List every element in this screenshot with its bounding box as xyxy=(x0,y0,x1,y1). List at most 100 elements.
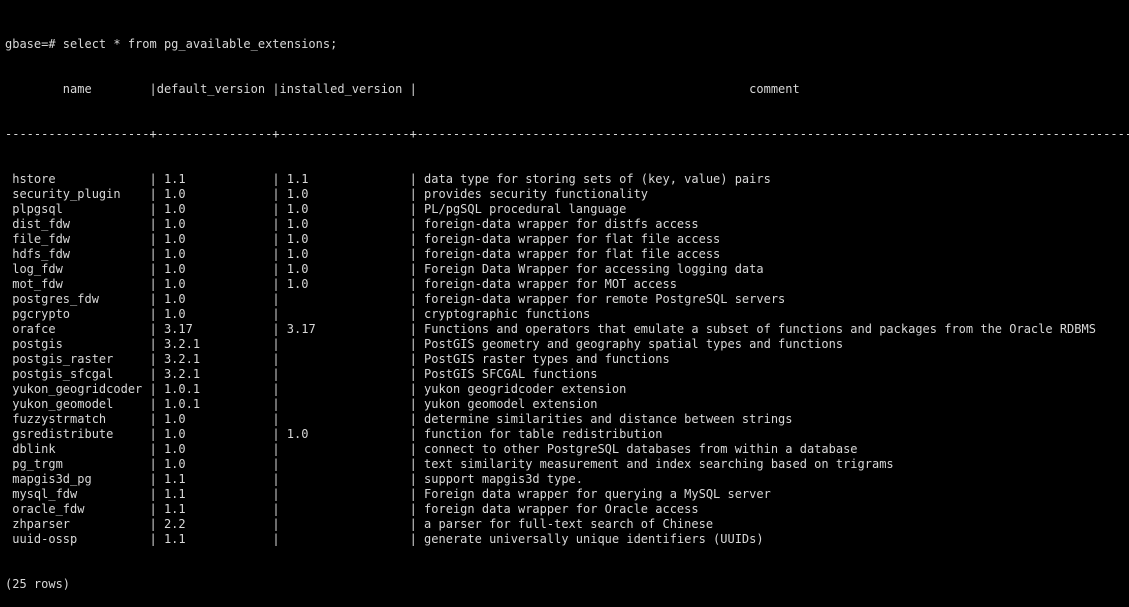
command-text: select * from pg_available_extensions; xyxy=(62,37,338,51)
cell-name: pgcrypto | xyxy=(5,307,157,321)
cell-name: oracle_fdw | xyxy=(5,502,157,516)
cell-name: hdfs_fdw | xyxy=(5,247,157,261)
cell-comment: support mapgis3d type. xyxy=(416,472,1129,486)
cell-name: security_plugin | xyxy=(5,187,157,201)
table-separator: --------------------+----------------+--… xyxy=(5,127,1129,141)
command-line: gbase=# select * from pg_available_exten… xyxy=(5,37,1129,52)
cell-comment: determine similarities and distance betw… xyxy=(416,412,1129,426)
cell-name: file_fdw | xyxy=(5,232,157,246)
header-cell-installed-version: installed_version | xyxy=(279,82,417,96)
table-row: fuzzystrmatch | 1.0 | | determine simila… xyxy=(5,412,1129,427)
cell-default-version: 1.1 | xyxy=(156,532,280,546)
cell-default-version: 1.0 | xyxy=(156,202,280,216)
table-row: plpgsql | 1.0 | 1.0 | PL/pgSQL procedura… xyxy=(5,202,1129,217)
cell-installed-version: | xyxy=(279,307,417,321)
cell-installed-version: | xyxy=(279,337,417,351)
cell-installed-version: 1.1 | xyxy=(279,172,417,186)
table-row: postgis_sfcgal | 3.2.1 | | PostGIS SFCGA… xyxy=(5,367,1129,382)
cell-default-version: 1.0 | xyxy=(156,412,280,426)
cell-default-version: 1.0 | xyxy=(156,187,280,201)
cell-comment: generate universally unique identifiers … xyxy=(416,532,1129,546)
table-row: uuid-ossp | 1.1 | | generate universally… xyxy=(5,532,1129,547)
cell-comment: a parser for full-text search of Chinese xyxy=(416,517,1129,531)
cell-installed-version: | xyxy=(279,412,417,426)
cell-installed-version: 1.0 | xyxy=(279,247,417,261)
terminal-window[interactable]: gbase=# select * from pg_available_exten… xyxy=(0,0,1129,591)
cell-default-version: 1.0 | xyxy=(156,292,280,306)
cell-default-version: 1.0 | xyxy=(156,232,280,246)
cell-default-version: 1.1 | xyxy=(156,487,280,501)
cell-default-version: 1.1 | xyxy=(156,472,280,486)
cell-comment: Foreign Data Wrapper for accessing loggi… xyxy=(416,262,1129,276)
cell-name: mapgis3d_pg | xyxy=(5,472,157,486)
cell-name: hstore | xyxy=(5,172,157,186)
cell-name: mysql_fdw | xyxy=(5,487,157,501)
table-row: hstore | 1.1 | 1.1 | data type for stori… xyxy=(5,172,1129,187)
table-row: security_plugin | 1.0 | 1.0 | provides s… xyxy=(5,187,1129,202)
cell-default-version: 1.0 | xyxy=(156,277,280,291)
table-header: name |default_version |installed_version… xyxy=(5,82,1129,97)
cell-default-version: 1.0 | xyxy=(156,427,280,441)
cell-installed-version: 1.0 | xyxy=(279,277,417,291)
cell-installed-version: 3.17 | xyxy=(279,322,417,336)
cell-installed-version: | xyxy=(279,532,417,546)
cell-name: fuzzystrmatch | xyxy=(5,412,157,426)
cell-comment: provides security functionality xyxy=(416,187,1129,201)
cell-installed-version: | xyxy=(279,292,417,306)
cell-installed-version: 1.0 | xyxy=(279,217,417,231)
table-row: mot_fdw | 1.0 | 1.0 | foreign-data wrapp… xyxy=(5,277,1129,292)
cell-installed-version: | xyxy=(279,442,417,456)
header-cell-default-version: default_version | xyxy=(156,82,280,96)
cell-comment: yukon geogridcoder extension xyxy=(416,382,1129,396)
cell-default-version: 1.0.1 | xyxy=(156,382,280,396)
prompt: gbase=# xyxy=(5,37,63,51)
cell-installed-version: | xyxy=(279,397,417,411)
table-row: mysql_fdw | 1.1 | | Foreign data wrapper… xyxy=(5,487,1129,502)
cell-default-version: 1.0 | xyxy=(156,457,280,471)
table-row: file_fdw | 1.0 | 1.0 | foreign-data wrap… xyxy=(5,232,1129,247)
cell-name: postgis | xyxy=(5,337,157,351)
cell-default-version: 1.0.1 | xyxy=(156,397,280,411)
cell-name: yukon_geomodel | xyxy=(5,397,157,411)
cell-installed-version: | xyxy=(279,367,417,381)
cell-comment: PostGIS raster types and functions xyxy=(416,352,1129,366)
cell-comment: text similarity measurement and index se… xyxy=(416,457,1129,471)
cell-installed-version: | xyxy=(279,457,417,471)
cell-installed-version: 1.0 | xyxy=(279,427,417,441)
cell-comment: foreign-data wrapper for MOT access xyxy=(416,277,1129,291)
table-row: hdfs_fdw | 1.0 | 1.0 | foreign-data wrap… xyxy=(5,247,1129,262)
table-row: postgres_fdw | 1.0 | | foreign-data wrap… xyxy=(5,292,1129,307)
header-cell-comment: comment xyxy=(416,82,1129,96)
cell-comment: foreign-data wrapper for flat file acces… xyxy=(416,247,1129,261)
cell-installed-version: 1.0 | xyxy=(279,187,417,201)
cell-comment: foreign-data wrapper for remote PostgreS… xyxy=(416,292,1129,306)
cell-default-version: 3.2.1 | xyxy=(156,352,280,366)
cell-comment: foreign-data wrapper for flat file acces… xyxy=(416,232,1129,246)
cell-comment: function for table redistribution xyxy=(416,427,1129,441)
cell-installed-version: | xyxy=(279,487,417,501)
cell-comment: PostGIS SFCGAL functions xyxy=(416,367,1129,381)
cell-name: zhparser | xyxy=(5,517,157,531)
cell-comment: yukon geomodel extension xyxy=(416,397,1129,411)
cell-default-version: 1.0 | xyxy=(156,307,280,321)
table-row: dist_fdw | 1.0 | 1.0 | foreign-data wrap… xyxy=(5,217,1129,232)
table-row: pgcrypto | 1.0 | | cryptographic functio… xyxy=(5,307,1129,322)
table-row: postgis_raster | 3.2.1 | | PostGIS raste… xyxy=(5,352,1129,367)
table-row: mapgis3d_pg | 1.1 | | support mapgis3d t… xyxy=(5,472,1129,487)
cell-default-version: 2.2 | xyxy=(156,517,280,531)
cell-name: postgis_raster | xyxy=(5,352,157,366)
cell-name: postgres_fdw | xyxy=(5,292,157,306)
cell-comment: connect to other PostgreSQL databases fr… xyxy=(416,442,1129,456)
table-row: oracle_fdw | 1.1 | | foreign data wrappe… xyxy=(5,502,1129,517)
cell-installed-version: 1.0 | xyxy=(279,232,417,246)
row-count-footer: (25 rows) xyxy=(5,577,71,591)
cell-name: gsredistribute | xyxy=(5,427,157,441)
cell-installed-version: | xyxy=(279,472,417,486)
cell-default-version: 3.2.1 | xyxy=(156,337,280,351)
cell-name: orafce | xyxy=(5,322,157,336)
table-row: dblink | 1.0 | | connect to other Postgr… xyxy=(5,442,1129,457)
cell-comment: data type for storing sets of (key, valu… xyxy=(416,172,1129,186)
cell-name: yukon_geogridcoder | xyxy=(5,382,157,396)
cell-installed-version: | xyxy=(279,352,417,366)
header-cell-name: name | xyxy=(5,82,157,96)
